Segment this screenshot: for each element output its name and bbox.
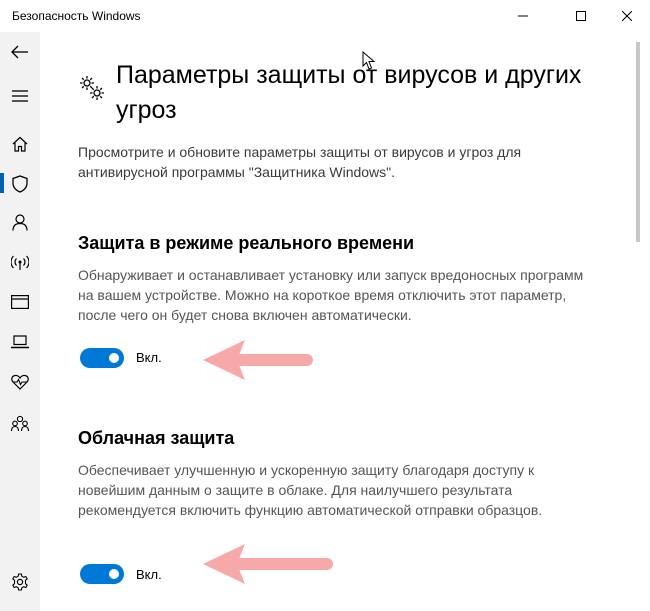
toggle-knob [109,569,119,579]
minimize-icon [518,15,528,17]
close-icon [622,11,632,21]
annotation-arrow [203,544,333,584]
realtime-protection-title: Защита в режиме реального времени [78,233,415,253]
heart-icon [11,374,29,390]
sidebar-item-device[interactable] [0,324,40,360]
maximize-button[interactable] [558,0,604,32]
minimize-button[interactable] [500,0,546,32]
mouse-cursor-icon [362,51,376,70]
sidebar-item-family[interactable] [0,405,40,441]
network-icon [11,255,29,270]
sidebar-item-app-browser[interactable] [0,284,40,320]
toggle-knob [109,353,119,363]
annotation-arrow [203,340,313,380]
main-content: Параметры защиты от вирусов и других угр… [40,32,630,611]
vertical-scrollbar[interactable] [630,32,650,611]
sidebar-item-home[interactable] [0,126,40,162]
settings-gear-icon [12,573,28,591]
sidebar [0,32,40,611]
sidebar-item-settings[interactable] [0,564,40,600]
account-icon [12,213,28,231]
back-button[interactable] [0,34,40,70]
hamburger-menu-icon [12,90,28,102]
cloud-protection-toggle[interactable] [80,564,124,584]
cloud-protection-toggle-label: Вкл. [136,567,162,582]
app-browser-icon [11,295,29,309]
maximize-icon [576,11,586,21]
page-title: Параметры защиты от вирусов и других угр… [116,61,582,124]
realtime-protection-toggle[interactable] [80,348,124,368]
cloud-protection-description: Обеспечивает улучшенную и ускоренную защ… [78,462,543,518]
family-icon [11,415,29,431]
app-title: Безопасность Windows [12,9,141,23]
home-icon [12,136,28,152]
device-laptop-icon [11,335,29,349]
menu-button[interactable] [0,78,40,114]
back-arrow-icon [11,45,28,59]
realtime-protection-description: Обнаруживает и останавливает установку и… [78,267,584,323]
realtime-protection-toggle-label: Вкл. [136,350,162,365]
close-button[interactable] [604,0,650,32]
intro-text: Просмотрите и обновите параметры защиты … [78,144,522,180]
scrollbar-thumb[interactable] [636,42,640,242]
cloud-protection-title: Облачная защита [78,428,235,448]
sidebar-item-health[interactable] [0,364,40,400]
sidebar-item-network[interactable] [0,245,40,281]
title-bar: Безопасность Windows [0,0,650,32]
gears-icon [80,76,104,100]
sidebar-item-virus-protection[interactable] [0,166,40,202]
shield-icon [12,175,28,193]
sidebar-item-account[interactable] [0,204,40,240]
